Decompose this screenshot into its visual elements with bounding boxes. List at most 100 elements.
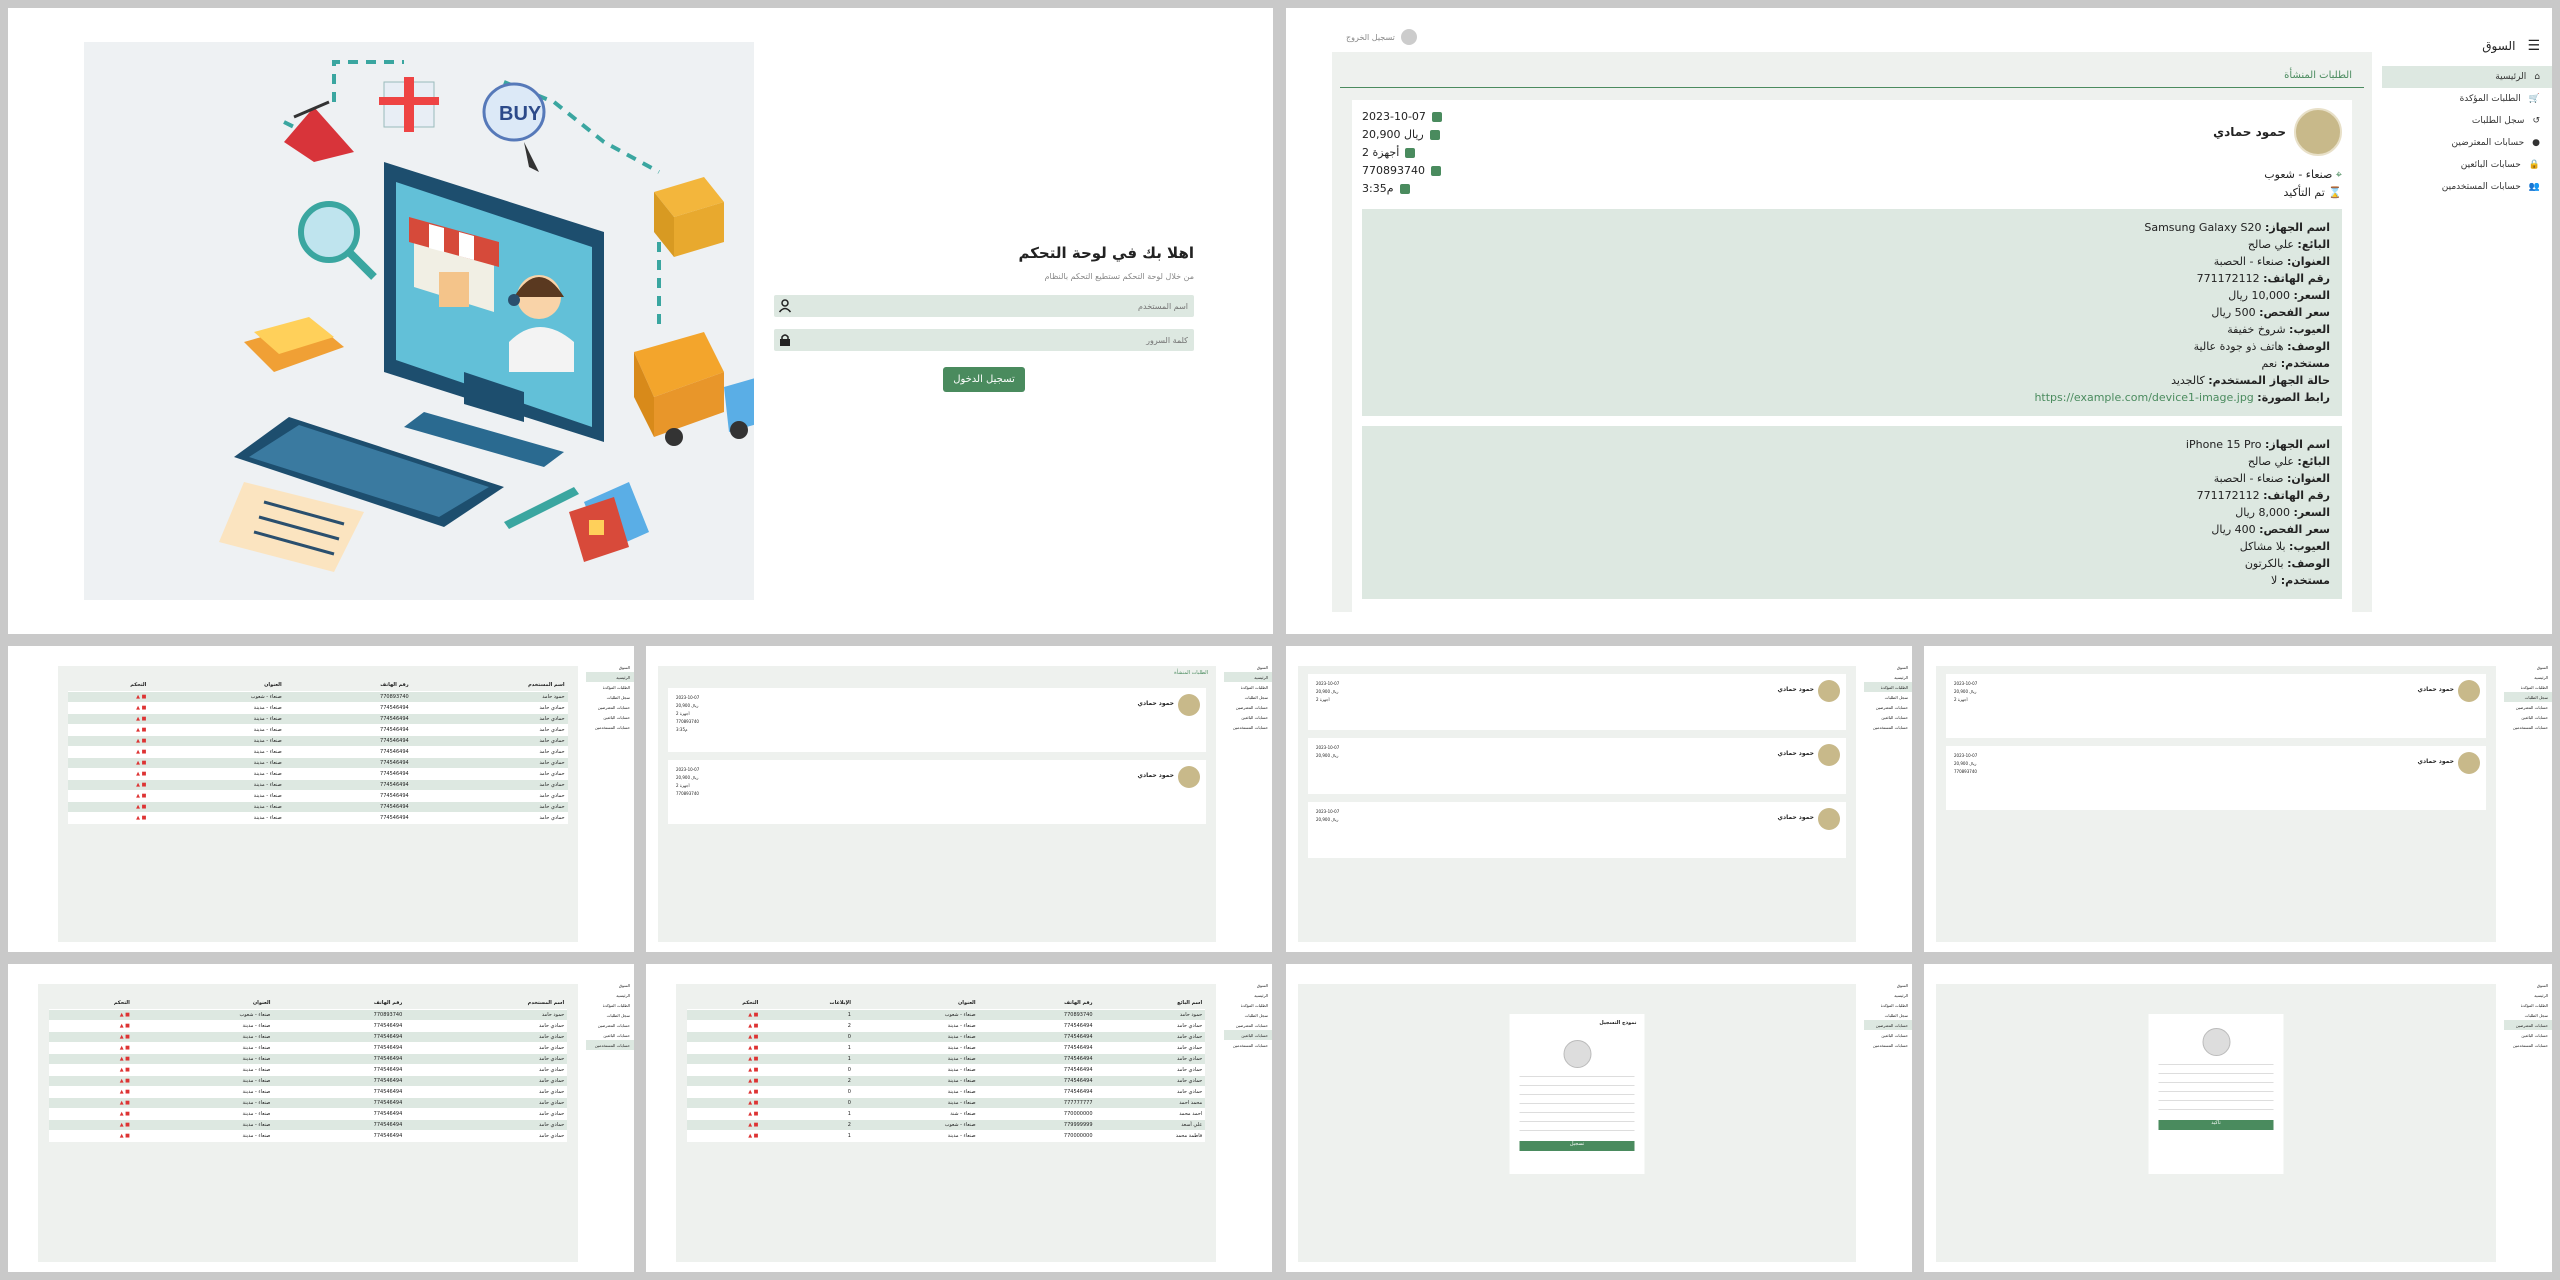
delete-icon[interactable]: ■ — [125, 1045, 130, 1051]
row-actions[interactable]: ■ ▲ — [686, 1031, 762, 1043]
mini-nav-item[interactable]: حسابات البائعين — [586, 712, 634, 722]
delete-icon[interactable]: ■ — [754, 1045, 759, 1051]
warning-icon[interactable]: ▲ — [136, 694, 140, 700]
delete-icon[interactable]: ■ — [754, 1100, 759, 1106]
row-actions[interactable]: ■ ▲ — [48, 1031, 133, 1043]
delete-icon[interactable]: ■ — [142, 804, 147, 810]
row-actions[interactable]: ■ ▲ — [68, 691, 150, 703]
delete-icon[interactable]: ■ — [142, 727, 147, 733]
warning-icon[interactable]: ▲ — [748, 1056, 752, 1062]
sidebar-item-users[interactable]: 👥 حسابات المستخدمين — [2382, 176, 2552, 198]
warning-icon[interactable]: ▲ — [136, 793, 140, 799]
delete-icon[interactable]: ■ — [754, 1122, 759, 1128]
warning-icon[interactable]: ▲ — [136, 815, 140, 821]
row-actions[interactable]: ■ ▲ — [68, 757, 150, 769]
username-input[interactable] — [796, 295, 1194, 317]
mini-nav-item[interactable]: حسابات المستخدمين — [586, 722, 634, 732]
row-actions[interactable]: ■ ▲ — [68, 768, 150, 780]
warning-icon[interactable]: ▲ — [120, 1089, 124, 1095]
warning-icon[interactable]: ▲ — [136, 771, 140, 777]
warning-icon[interactable]: ▲ — [120, 1100, 124, 1106]
row-actions[interactable]: ■ ▲ — [48, 1009, 133, 1021]
row-actions[interactable]: ■ ▲ — [68, 812, 150, 824]
row-actions[interactable]: ■ ▲ — [686, 1097, 762, 1109]
row-actions[interactable]: ■ ▲ — [48, 1042, 133, 1054]
row-actions[interactable]: ■ ▲ — [686, 1053, 762, 1065]
sidebar-item-history[interactable]: ↺ سجل الطلبات — [2382, 110, 2552, 132]
row-actions[interactable]: ■ ▲ — [686, 1075, 762, 1087]
row-actions[interactable]: ■ ▲ — [48, 1064, 133, 1076]
row-actions[interactable]: ■ ▲ — [68, 713, 150, 725]
row-actions[interactable]: ■ ▲ — [48, 1097, 133, 1109]
warning-icon[interactable]: ▲ — [120, 1012, 124, 1018]
delete-icon[interactable]: ■ — [125, 1056, 130, 1062]
row-actions[interactable]: ■ ▲ — [48, 1053, 133, 1065]
warning-icon[interactable]: ▲ — [120, 1133, 124, 1139]
image-link[interactable]: https://example.com/device1-image.jpg — [2034, 391, 2253, 404]
row-actions[interactable]: ■ ▲ — [68, 779, 150, 791]
delete-icon[interactable]: ■ — [142, 749, 147, 755]
warning-icon[interactable]: ▲ — [136, 749, 140, 755]
delete-icon[interactable]: ■ — [125, 1078, 130, 1084]
warning-icon[interactable]: ▲ — [120, 1122, 124, 1128]
avatar-icon[interactable] — [1400, 29, 1417, 45]
mini-nav-item[interactable]: سجل الطلبات — [586, 692, 634, 702]
warning-icon[interactable]: ▲ — [748, 1045, 752, 1051]
sidebar-item-sellers[interactable]: 🔒 حسابات البائعين — [2382, 154, 2552, 176]
delete-icon[interactable]: ■ — [142, 705, 147, 711]
delete-icon[interactable]: ■ — [125, 1067, 130, 1073]
warning-icon[interactable]: ▲ — [136, 738, 140, 744]
row-actions[interactable]: ■ ▲ — [68, 702, 150, 714]
delete-icon[interactable]: ■ — [142, 694, 147, 700]
delete-icon[interactable]: ■ — [754, 1133, 759, 1139]
logout-link[interactable]: تسجيل الخروج — [1346, 33, 1395, 42]
warning-icon[interactable]: ▲ — [748, 1067, 752, 1073]
warning-icon[interactable]: ▲ — [748, 1012, 752, 1018]
warning-icon[interactable]: ▲ — [748, 1111, 752, 1117]
delete-icon[interactable]: ■ — [125, 1122, 130, 1128]
delete-icon[interactable]: ■ — [125, 1012, 130, 1018]
delete-icon[interactable]: ■ — [125, 1100, 130, 1106]
warning-icon[interactable]: ▲ — [136, 760, 140, 766]
mini-nav-item[interactable]: الرئيسية — [586, 672, 634, 682]
delete-icon[interactable]: ■ — [125, 1023, 130, 1029]
warning-icon[interactable]: ▲ — [748, 1100, 752, 1106]
row-actions[interactable]: ■ ▲ — [68, 790, 150, 802]
warning-icon[interactable]: ▲ — [136, 705, 140, 711]
delete-icon[interactable]: ■ — [754, 1056, 759, 1062]
row-actions[interactable]: ■ ▲ — [686, 1020, 762, 1032]
warning-icon[interactable]: ▲ — [120, 1056, 124, 1062]
warning-icon[interactable]: ▲ — [136, 716, 140, 722]
delete-icon[interactable]: ■ — [125, 1111, 130, 1117]
row-actions[interactable]: ■ ▲ — [48, 1086, 133, 1098]
mini-nav-item[interactable]: حسابات المعترضين — [586, 702, 634, 712]
row-actions[interactable]: ■ ▲ — [48, 1075, 133, 1087]
mini-nav-item[interactable]: الطلبات المؤكدة — [586, 682, 634, 692]
login-button[interactable]: تسجيل الدخول — [943, 367, 1025, 392]
warning-icon[interactable]: ▲ — [136, 804, 140, 810]
warning-icon[interactable]: ▲ — [748, 1133, 752, 1139]
delete-icon[interactable]: ■ — [142, 771, 147, 777]
row-actions[interactable]: ■ ▲ — [686, 1009, 762, 1021]
warning-icon[interactable]: ▲ — [120, 1023, 124, 1029]
row-actions[interactable]: ■ ▲ — [68, 724, 150, 736]
row-actions[interactable]: ■ ▲ — [48, 1119, 133, 1131]
delete-icon[interactable]: ■ — [142, 782, 147, 788]
warning-icon[interactable]: ▲ — [748, 1023, 752, 1029]
delete-icon[interactable]: ■ — [754, 1067, 759, 1073]
delete-icon[interactable]: ■ — [142, 738, 147, 744]
delete-icon[interactable]: ■ — [125, 1089, 130, 1095]
delete-icon[interactable]: ■ — [754, 1034, 759, 1040]
password-input[interactable] — [796, 329, 1194, 351]
sidebar-item-home[interactable]: ⌂ الرئيسية — [2382, 66, 2552, 88]
delete-icon[interactable]: ■ — [754, 1012, 759, 1018]
delete-icon[interactable]: ■ — [754, 1023, 759, 1029]
warning-icon[interactable]: ▲ — [120, 1045, 124, 1051]
warning-icon[interactable]: ▲ — [136, 782, 140, 788]
delete-icon[interactable]: ■ — [125, 1133, 130, 1139]
row-actions[interactable]: ■ ▲ — [68, 801, 150, 813]
row-actions[interactable]: ■ ▲ — [68, 735, 150, 747]
warning-icon[interactable]: ▲ — [120, 1067, 124, 1073]
row-actions[interactable]: ■ ▲ — [48, 1108, 133, 1120]
row-actions[interactable]: ■ ▲ — [686, 1108, 762, 1120]
